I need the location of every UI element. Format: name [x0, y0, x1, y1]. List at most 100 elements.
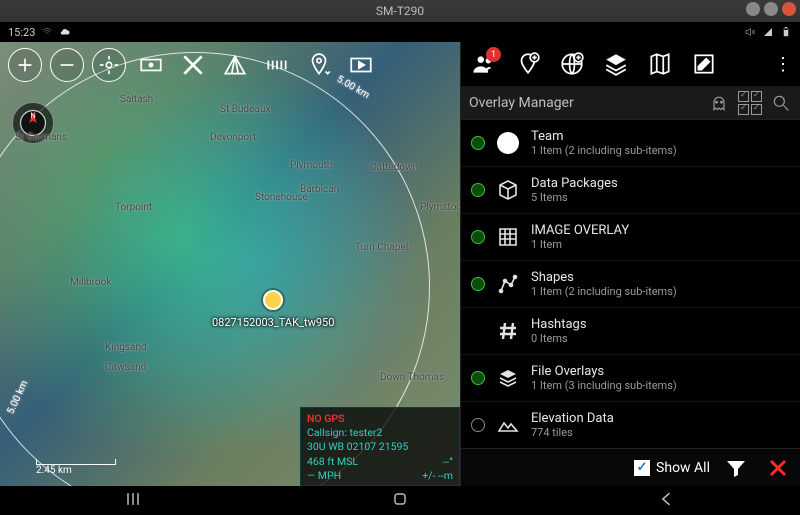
window-title: SM-T290 — [0, 4, 800, 18]
maximize-icon[interactable] — [764, 2, 778, 16]
visibility-dot-on-icon[interactable] — [471, 183, 485, 197]
callsign-value: tester2 — [349, 426, 382, 439]
ruler-icon[interactable] — [260, 48, 294, 82]
self-marker-pin-icon — [263, 290, 283, 310]
svg-text:N: N — [30, 111, 35, 120]
overlay-item[interactable]: Shapes1 Item (2 including sub-items) — [461, 261, 800, 308]
box-icon — [495, 177, 521, 203]
side-panel: 1 ⋮ Overlay Manager Team1 Item (2 includ… — [460, 42, 800, 486]
overlay-name: Elevation Data — [531, 411, 748, 426]
nav-back-button[interactable] — [657, 489, 677, 513]
clock: 15:23 — [8, 26, 35, 39]
app-root: N Devonport Plymouth Barbican Cattedown … — [0, 42, 800, 486]
add-point-button[interactable] — [509, 45, 547, 83]
zoom-in-button[interactable] — [8, 48, 42, 82]
maps-button[interactable] — [641, 45, 679, 83]
contacts-button[interactable]: 1 — [465, 45, 503, 83]
zoom-out-button[interactable] — [50, 48, 84, 82]
battery-icon — [780, 26, 792, 38]
overlay-subtitle: 1 Item (2 including sub-items) — [531, 144, 748, 157]
callsign-label: Callsign: — [307, 426, 347, 439]
volume-mute-icon — [744, 26, 756, 38]
speed-value: — MPH — [307, 469, 341, 482]
overlay-subtitle: 1 Item — [531, 238, 748, 251]
search-icon[interactable] — [770, 92, 792, 114]
visibility-dot-on-icon[interactable] — [471, 230, 485, 244]
mgrs-value: 30U WB 02107 21595 — [307, 440, 453, 454]
close-panel-button[interactable] — [762, 452, 794, 484]
android-statusbar: 15:23 — [0, 22, 800, 42]
overlay-item[interactable]: Hashtags0 Items — [461, 308, 800, 355]
visibility-dot-off-icon[interactable] — [471, 418, 485, 432]
location-status-box[interactable]: NO GPS Callsign: tester2 30U WB 02107 21… — [300, 407, 460, 486]
self-marker-label: 0827152003_TAK_tw950 — [212, 316, 334, 329]
overlay-name: Hashtags — [531, 317, 748, 332]
grid-icon — [495, 224, 521, 250]
map-view[interactable]: N Devonport Plymouth Barbican Cattedown … — [0, 42, 460, 486]
visibility-dot-on-icon[interactable] — [471, 371, 485, 385]
overlay-name: File Overlays — [531, 364, 748, 379]
android-navbar — [0, 486, 800, 515]
visibility-dot-on-icon[interactable] — [471, 277, 485, 291]
overlay-item[interactable]: Elevation Data774 tiles — [461, 402, 800, 448]
rectangle-tool-button[interactable] — [134, 48, 168, 82]
overlay-name: Shapes — [531, 270, 748, 285]
panel-title: Overlay Manager — [469, 95, 700, 111]
overlay-name: Team — [531, 129, 748, 144]
video-icon[interactable] — [344, 48, 378, 82]
overlay-name: IMAGE OVERLAY — [531, 223, 748, 238]
gps-status: NO GPS — [307, 412, 453, 426]
window-titlebar: SM-T290 — [0, 0, 800, 22]
elev-icon — [495, 412, 521, 438]
overlay-subtitle: 1 Item (3 including sub-items) — [531, 379, 748, 392]
elev-extra: --° — [443, 455, 453, 469]
camp-icon[interactable] — [218, 48, 252, 82]
globe-add-button[interactable] — [553, 45, 591, 83]
center-button[interactable] — [92, 48, 126, 82]
alert-badge: 1 — [486, 47, 501, 62]
overlay-item[interactable]: IMAGE OVERLAY1 Item — [461, 214, 800, 261]
pin-drop-icon[interactable] — [302, 48, 336, 82]
map-toolbar — [4, 44, 456, 86]
overlay-item[interactable]: Data Packages5 Items — [461, 167, 800, 214]
scale-bar-label: 2.45 km — [36, 465, 72, 476]
show-all-label: Show All — [656, 460, 710, 476]
nav-recents-button[interactable] — [123, 489, 143, 513]
signal-icon — [762, 26, 774, 38]
overlay-item[interactable]: Team1 Item (2 including sub-items) — [461, 120, 800, 167]
multiselect-icon[interactable] — [738, 91, 762, 115]
visibility-dot-on-icon[interactable] — [471, 136, 485, 150]
overlay-subtitle: 1 Item (2 including sub-items) — [531, 285, 748, 298]
panel-header: Overlay Manager — [461, 86, 800, 120]
edit-button[interactable] — [685, 45, 723, 83]
side-toolbar: 1 ⋮ — [461, 42, 800, 86]
hash-icon — [495, 318, 521, 344]
overlay-subtitle: 0 Items — [531, 332, 748, 345]
layers-icon — [495, 365, 521, 391]
compass[interactable]: N — [12, 102, 54, 144]
window-close-icon[interactable] — [782, 2, 796, 16]
speed-extra: +/- --m — [422, 469, 453, 483]
overlay-item[interactable]: File Overlays1 Item (3 including sub-ite… — [461, 355, 800, 402]
layers-button[interactable] — [597, 45, 635, 83]
shapes-icon — [495, 271, 521, 297]
cloud-icon — [59, 26, 71, 38]
kebab-menu-button[interactable]: ⋮ — [772, 54, 796, 75]
filter-button[interactable] — [720, 452, 752, 484]
ghost-icon[interactable] — [708, 92, 730, 114]
wifi-icon — [41, 26, 53, 38]
overlay-subtitle: 774 tiles — [531, 426, 748, 439]
minimize-icon[interactable] — [746, 2, 760, 16]
overlay-name: Data Packages — [531, 176, 748, 191]
team-icon — [495, 130, 521, 156]
close-tools-button[interactable] — [176, 48, 210, 82]
nav-home-button[interactable] — [390, 489, 410, 513]
overlay-list[interactable]: Team1 Item (2 including sub-items)Data P… — [461, 120, 800, 448]
show-all-checkbox[interactable]: ✓ Show All — [634, 460, 710, 476]
panel-footer: ✓ Show All — [461, 448, 800, 486]
check-icon: ✓ — [634, 460, 650, 476]
scale-bar: 2.45 km — [36, 459, 116, 476]
overlay-subtitle: 5 Items — [531, 191, 748, 204]
elev-value: 468 ft MSL — [307, 455, 358, 468]
self-marker[interactable]: 0827152003_TAK_tw950 — [212, 290, 334, 329]
